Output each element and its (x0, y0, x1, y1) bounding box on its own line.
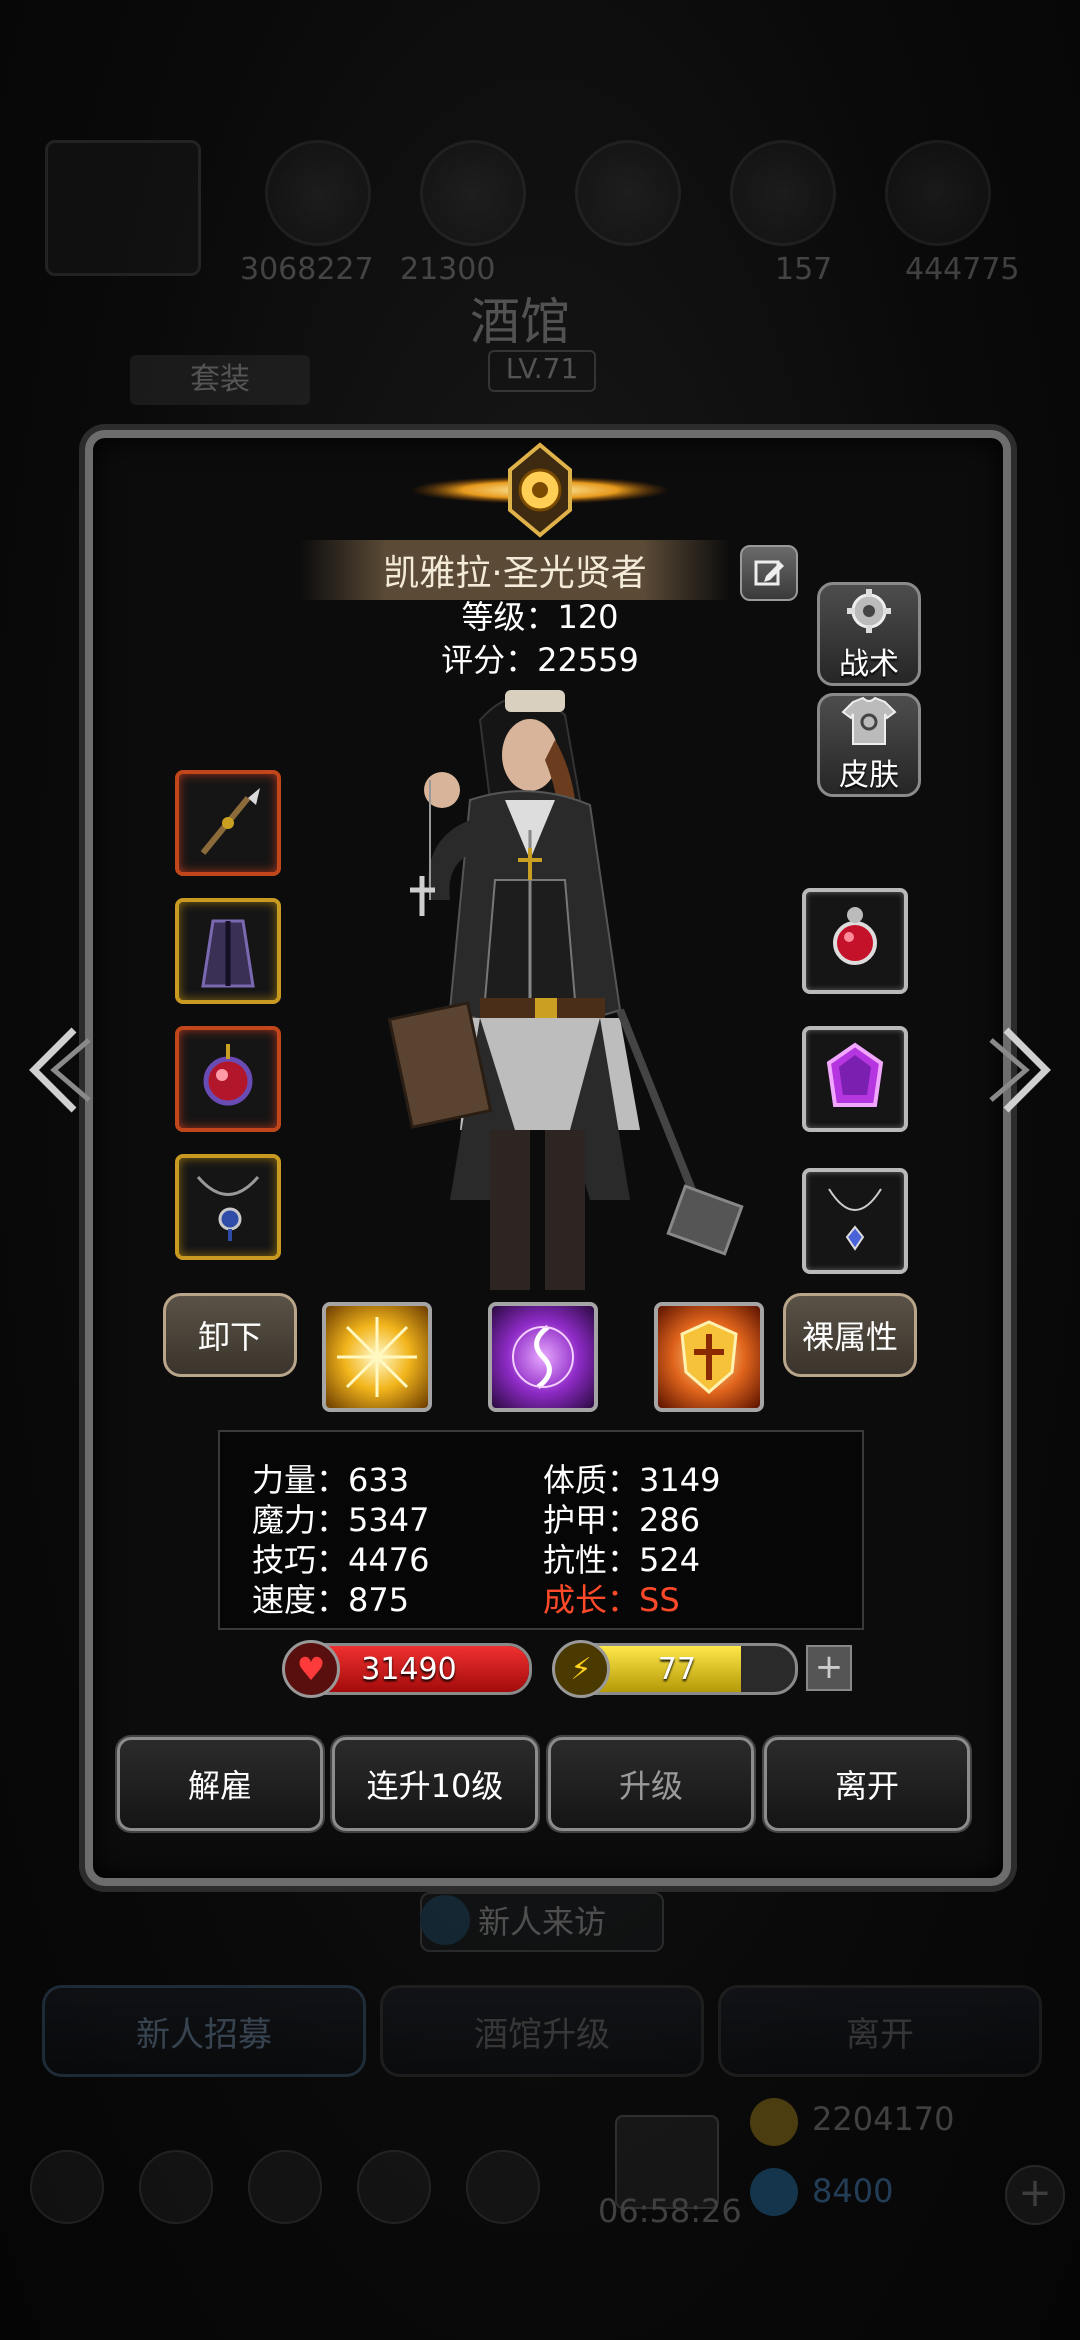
necklace-icon (828, 1188, 882, 1251)
leave-button[interactable]: 离开 (764, 1737, 970, 1831)
gem-amount: 8400 (812, 2172, 894, 2210)
skill-slot-2[interactable] (488, 1302, 598, 1412)
tactics-label: 战术 (839, 647, 899, 682)
equip-slot-necklace[interactable] (802, 1168, 908, 1274)
chevron-right-icon (989, 1027, 1051, 1113)
menu-icon-5[interactable] (466, 2150, 540, 2224)
visitor-icon (420, 1895, 470, 1945)
amulet-ruby-icon (203, 1044, 253, 1106)
outfit-tab[interactable]: 套装 (130, 355, 310, 405)
cloak-icon (201, 919, 255, 988)
menu-icon-3[interactable] (248, 2150, 322, 2224)
edit-icon (754, 560, 784, 586)
shirt-icon (841, 696, 897, 745)
tab-leave[interactable]: 离开 (718, 1985, 1042, 2077)
tavern-title: 酒馆 (470, 293, 570, 351)
purple-gem-icon (826, 1042, 884, 1107)
hero-level: 等级：120 (461, 598, 619, 636)
tab-new-recruit[interactable]: 新人招募 (42, 1985, 366, 2077)
chevron-left-icon (29, 1027, 91, 1113)
purple-rune-icon (512, 1325, 574, 1389)
pendant-icon (196, 1176, 260, 1241)
equip-slot-weapon[interactable] (175, 770, 281, 876)
tab-tavern-upgrade[interactable]: 酒馆升级 (380, 1985, 704, 2077)
unequip-button[interactable]: 卸下 (163, 1293, 297, 1377)
equip-slot-amulet[interactable] (175, 1026, 281, 1132)
dismiss-button[interactable]: 解雇 (117, 1737, 323, 1831)
resource-value-4: 444775 (905, 252, 1020, 287)
gold-coin-icon (750, 2098, 798, 2146)
base-attributes-button[interactable]: 裸属性 (783, 1293, 917, 1377)
skill-slot-1[interactable] (322, 1302, 432, 1412)
game-screen: 3068227 21300 157 444775 酒馆 LV.71 套装 佣兵：… (0, 0, 1080, 2340)
heart-icon: ♥ (282, 1640, 340, 1698)
resource-value-3: 157 (775, 252, 833, 287)
add-energy-button[interactable]: + (806, 1645, 852, 1691)
hero-name-banner: 凯雅拉·圣光贤者 (300, 540, 730, 600)
spear-icon (200, 788, 260, 855)
level-up-10-button[interactable]: 连升10级 (332, 1737, 538, 1831)
gem-icon (750, 2168, 798, 2216)
menu-icon-2[interactable] (139, 2150, 213, 2224)
resource-value-1: 3068227 (240, 252, 374, 287)
gold-amount: 2204170 (812, 2100, 955, 2138)
hero-portrait (387, 690, 744, 1290)
next-hero-arrow[interactable] (986, 1010, 1066, 1130)
previous-hero-arrow[interactable] (14, 1010, 94, 1130)
menu-icon-1[interactable] (30, 2150, 104, 2224)
resource-circle-5 (885, 140, 991, 246)
visitor-label-text: 新人来访 (477, 1903, 606, 1941)
bottom-icons (30, 2150, 550, 2224)
hero-name: 凯雅拉·圣光贤者 (383, 553, 647, 594)
equip-slot-pendant[interactable] (175, 1154, 281, 1260)
light-burst-icon (337, 1317, 417, 1397)
skin-label: 皮肤 (839, 758, 899, 793)
skin-button[interactable]: 皮肤 (817, 693, 921, 797)
gear-icon (847, 589, 891, 633)
resource-circle-2 (420, 140, 526, 246)
holy-shield-icon (680, 1320, 738, 1394)
ruby-ring-icon (833, 907, 877, 965)
equip-slot-ring[interactable] (802, 888, 908, 994)
equip-slot-cloak[interactable] (175, 898, 281, 1004)
tactics-button[interactable]: 战术 (817, 582, 921, 686)
resource-circle-4 (730, 140, 836, 246)
tavern-level-badge: LV.71 (488, 350, 596, 392)
crest-ornament-icon (410, 442, 670, 538)
lightning-icon: ⚡ (552, 1640, 610, 1698)
top-left-panel (45, 140, 201, 276)
rename-button[interactable] (740, 545, 798, 601)
resource-circle-1 (265, 140, 371, 246)
add-currency-icon[interactable]: + (1005, 2165, 1065, 2225)
resource-circle-3 (575, 140, 681, 246)
menu-icon-4[interactable] (357, 2150, 431, 2224)
stat-speed: 速度：875 (252, 1581, 410, 1619)
equip-slot-gem[interactable] (802, 1026, 908, 1132)
timer: 06:58:26 (598, 2192, 742, 2230)
stat-growth: 成长：SS (543, 1581, 680, 1619)
hero-score: 评分：22559 (441, 641, 639, 679)
level-up-button[interactable]: 升级 (548, 1737, 754, 1831)
skill-slot-3[interactable] (654, 1302, 764, 1412)
